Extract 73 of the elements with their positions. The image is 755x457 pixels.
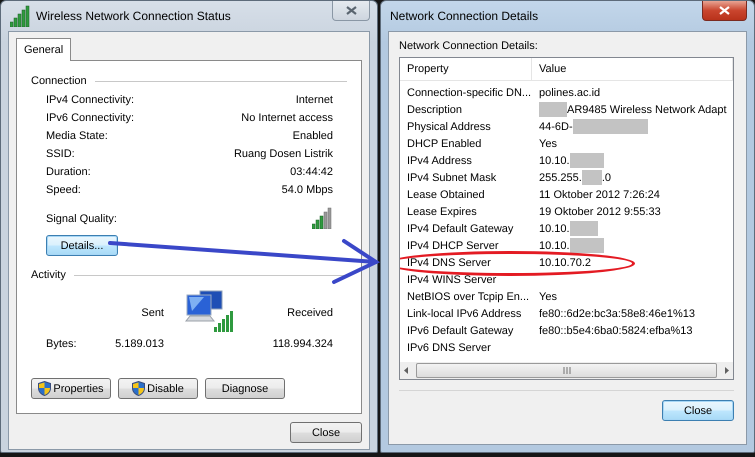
value-cell-text: polines.ac.id (538, 86, 602, 98)
field-label: IPv4 Connectivity: (46, 94, 134, 106)
value-cell: 10.10. (532, 153, 733, 168)
field-value: No Internet access (241, 112, 333, 124)
shield-icon (38, 381, 52, 396)
property-cell-text: Lease Expires (406, 206, 478, 218)
section-heading: Activity (31, 269, 66, 281)
close-button[interactable]: Close (662, 400, 734, 421)
signal-quality-icon (312, 207, 333, 229)
property-cell-text: IPv4 Subnet Mask (406, 172, 498, 184)
grip-icon (562, 367, 570, 374)
property-cell-text: Lease Obtained (406, 188, 486, 200)
field-label: IPv6 Connectivity: (46, 112, 134, 124)
tab[interactable]: General (16, 38, 72, 61)
column-header[interactable]: Property (400, 58, 532, 80)
value-cell: AR9485 Wireless Network Adapt (532, 102, 733, 117)
property-cell-text: IPv4 DNS Server (406, 256, 492, 268)
sent-label: Sent (141, 306, 164, 318)
column-header[interactable]: Value (532, 58, 733, 80)
property-cell-text: NetBIOS over Tcpip En... (406, 290, 530, 302)
field-value: Enabled (292, 130, 333, 142)
network-computers-icon (184, 289, 234, 333)
window-title: Network Connection Details (390, 9, 538, 23)
value-cell-text: fe80::6d2e:bc3a:58e8:46e1%13 (538, 308, 696, 320)
close-button[interactable] (702, 1, 747, 21)
field-label: SSID: (46, 148, 75, 160)
close-icon (719, 6, 730, 15)
field-label: Signal Quality: (46, 213, 117, 225)
property-cell-text: Physical Address (406, 120, 492, 132)
property-cell-text: Connection-specific DN... (406, 86, 532, 98)
value-cell: 10.10. (532, 221, 733, 236)
section-heading: Connection (31, 75, 87, 87)
shield-icon (132, 381, 146, 396)
value-cell-text: 19 Oktober 2012 9:55:33 (538, 206, 662, 218)
property-cell-text: DHCP Enabled (406, 138, 482, 150)
close-button[interactable]: Close (290, 422, 362, 443)
property-cell-text: Link-local IPv6 Address (406, 308, 522, 320)
field-value: Ruang Dosen Listrik (234, 148, 333, 160)
value-cell-text: Yes (538, 290, 558, 302)
property-cell-text: IPv4 DHCP Server (406, 240, 500, 252)
value-cell-text: 255.255. .0 (538, 170, 612, 185)
property-cell-text: Description (406, 104, 464, 116)
window-title: Wireless Network Connection Status (36, 9, 231, 23)
value-cell-text: 10.10.70.2 (538, 256, 592, 268)
field-value: 03:44:42 (290, 166, 333, 178)
received-label: Received (287, 306, 333, 318)
value-cell: 10.10. (532, 238, 733, 253)
field-value: Internet (296, 94, 333, 106)
value-cell-text: Yes (538, 138, 558, 150)
property-cell-text: IPv6 DNS Server (406, 342, 492, 354)
value-cell-text: 11 Oktober 2012 7:26:24 (538, 188, 661, 200)
action-button[interactable]: Diagnose (205, 378, 285, 399)
horizontal-scrollbar[interactable] (400, 362, 733, 379)
property-cell-text: IPv4 Default Gateway (406, 222, 514, 234)
close-icon (346, 6, 356, 15)
received-bytes: 118.994.324 (272, 338, 333, 350)
field-label: Media State: (46, 130, 108, 142)
wireless-signal-icon (10, 5, 31, 27)
details-button[interactable]: Details... (46, 235, 118, 256)
field-value: 54.0 Mbps (282, 184, 333, 196)
action-button[interactable]: Disable (118, 378, 198, 399)
close-button[interactable] (332, 1, 370, 21)
list-label: Network Connection Details: (399, 40, 539, 52)
sent-bytes: 5.189.013 (115, 338, 164, 350)
property-cell-text: IPv4 WINS Server (406, 274, 498, 286)
action-button[interactable]: Properties (31, 378, 111, 399)
property-cell-text: IPv6 Default Gateway (406, 324, 514, 336)
value-cell-text: fe80::b5e4:6ba0:5824:efba%13 (538, 324, 694, 336)
property-cell-text: IPv4 Address (406, 154, 473, 166)
value-cell: 44-6D- (532, 119, 733, 134)
field-label: Duration: (46, 166, 91, 178)
field-label: Speed: (46, 184, 81, 196)
bytes-label: Bytes: (46, 338, 78, 350)
